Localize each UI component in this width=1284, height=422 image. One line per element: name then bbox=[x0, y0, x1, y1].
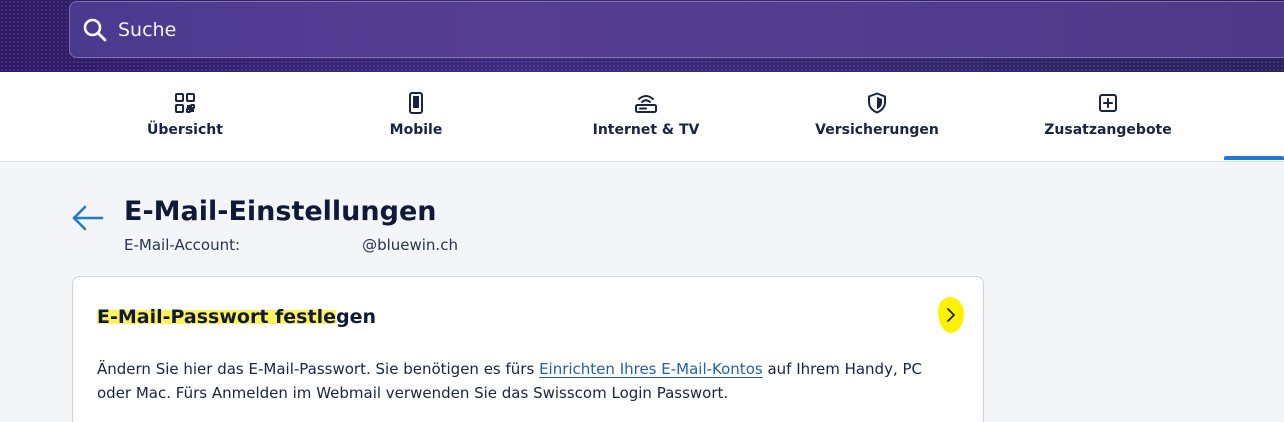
account-line: E-Mail-Account: @bluewin.ch bbox=[124, 236, 458, 254]
plus-box-icon bbox=[1098, 92, 1118, 114]
card-title-highlighted: E-Mail-Passwort festle bbox=[97, 306, 336, 328]
tab-label: Mobile bbox=[389, 122, 443, 138]
back-button[interactable] bbox=[70, 202, 106, 234]
tab-label: Zusatzangebote bbox=[1044, 122, 1172, 138]
tab-label: Versicherungen bbox=[815, 122, 939, 138]
card-title: E-Mail-Passwort festlegen bbox=[97, 306, 376, 328]
tab-internet-tv[interactable]: Internet & TV bbox=[546, 92, 746, 138]
grid-qr-icon bbox=[174, 92, 196, 114]
card-text-before: Ändern Sie hier das E-Mail-Passwort. Sie… bbox=[97, 360, 540, 378]
search-input[interactable] bbox=[118, 18, 718, 41]
page-title: E-Mail-Einstellungen bbox=[124, 196, 437, 227]
tab-label: Internet & TV bbox=[592, 122, 700, 138]
tab-versicherungen[interactable]: Versicherungen bbox=[777, 92, 977, 138]
redacted-username bbox=[240, 236, 362, 254]
account-domain: @bluewin.ch bbox=[362, 236, 458, 254]
phone-icon bbox=[408, 92, 424, 114]
card-title-rest: gen bbox=[335, 306, 376, 328]
card-open-button[interactable] bbox=[936, 295, 966, 335]
tab-uebersicht[interactable]: Übersicht bbox=[85, 92, 285, 138]
search-box[interactable] bbox=[69, 1, 1284, 58]
arrow-left-icon bbox=[71, 204, 105, 232]
card-description: Ändern Sie hier das E-Mail-Passwort. Sie… bbox=[97, 357, 957, 405]
shield-icon bbox=[867, 92, 887, 114]
search-icon[interactable] bbox=[82, 17, 108, 43]
tab-mobile[interactable]: Mobile bbox=[316, 92, 516, 138]
router-icon bbox=[634, 92, 658, 114]
email-password-card[interactable]: E-Mail-Passwort festlegen Ändern Sie hie… bbox=[72, 276, 984, 422]
tab-zusatzangebote[interactable]: Zusatzangebote bbox=[1008, 92, 1208, 138]
top-bar bbox=[0, 0, 1284, 72]
setup-email-account-link[interactable]: Einrichten Ihres E-Mail-Kontos bbox=[539, 360, 763, 378]
main-navigation: Übersicht Mobile Internet & TV Versicher… bbox=[0, 72, 1284, 162]
active-tab-indicator bbox=[1224, 156, 1284, 160]
tab-label: Übersicht bbox=[147, 122, 223, 138]
chevron-right-icon bbox=[946, 307, 956, 323]
account-label: E-Mail-Account: bbox=[124, 236, 241, 254]
